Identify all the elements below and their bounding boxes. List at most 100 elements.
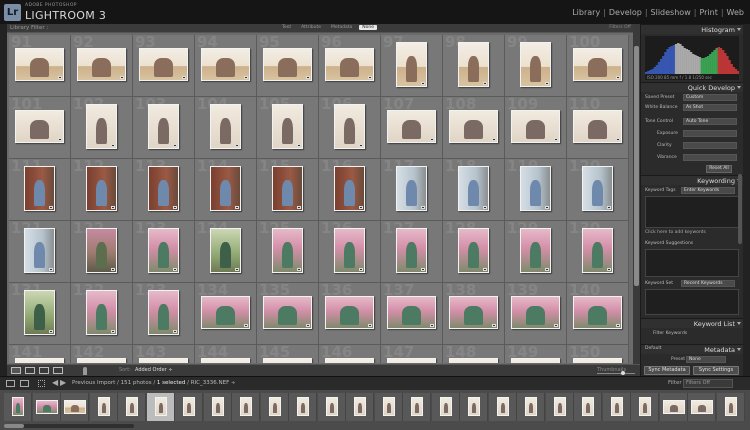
- filmstrip-item[interactable]: [716, 393, 745, 421]
- edited-badge-icon[interactable]: [306, 76, 310, 79]
- grid-cell[interactable]: 125: [257, 219, 319, 283]
- edited-badge-icon[interactable]: [359, 268, 363, 271]
- grid-cell[interactable]: 102: [71, 95, 133, 159]
- grid-cell[interactable]: 131: [9, 281, 71, 345]
- edited-badge-icon[interactable]: [173, 330, 177, 333]
- filmstrip-item[interactable]: [289, 393, 317, 421]
- grid-cell[interactable]: 118: [443, 157, 505, 221]
- photo-thumbnail[interactable]: [15, 110, 64, 143]
- filmstrip-item[interactable]: [32, 393, 61, 421]
- photo-thumbnail[interactable]: [86, 166, 117, 211]
- grid-cell[interactable]: 143: [133, 343, 195, 363]
- photo-thumbnail[interactable]: [15, 358, 64, 363]
- metadata-preset-value[interactable]: None: [686, 356, 726, 363]
- edited-badge-icon[interactable]: [483, 268, 487, 271]
- edited-badge-icon[interactable]: [235, 144, 239, 147]
- filmstrip-item[interactable]: [374, 393, 403, 421]
- photo-thumbnail[interactable]: [77, 358, 126, 363]
- photo-thumbnail[interactable]: [148, 290, 179, 335]
- filmstrip-thumbnail[interactable]: [691, 400, 713, 414]
- grid-cell[interactable]: 104: [195, 95, 257, 159]
- photo-thumbnail[interactable]: [573, 296, 622, 329]
- edited-badge-icon[interactable]: [421, 82, 425, 85]
- photo-thumbnail[interactable]: [520, 228, 551, 273]
- qd-vibrance-buttons[interactable]: [683, 154, 737, 161]
- photo-thumbnail[interactable]: [511, 358, 560, 363]
- photo-thumbnail[interactable]: [520, 42, 551, 87]
- grid-cell[interactable]: 105: [257, 95, 319, 159]
- photo-thumbnail[interactable]: [582, 166, 613, 211]
- filmstrip-thumbnail[interactable]: [724, 397, 737, 416]
- filmstrip-item[interactable]: [460, 393, 488, 421]
- survey-view-icon[interactable]: [53, 367, 63, 374]
- edited-badge-icon[interactable]: [49, 268, 53, 271]
- sync-settings-button[interactable]: Sync Settings: [693, 366, 739, 375]
- edited-badge-icon[interactable]: [607, 268, 611, 271]
- grid-cell[interactable]: 100: [567, 35, 629, 97]
- edited-badge-icon[interactable]: [244, 324, 248, 327]
- grid-cell[interactable]: 96: [319, 35, 381, 97]
- grid-cell[interactable]: 137: [381, 281, 443, 345]
- histogram-header[interactable]: Histogram: [641, 24, 743, 34]
- photo-thumbnail[interactable]: [77, 48, 126, 81]
- filmstrip-thumbnail[interactable]: [525, 397, 537, 416]
- filmstrip-item[interactable]: [631, 393, 659, 421]
- grid-cell[interactable]: 138: [443, 281, 505, 345]
- grid-cell[interactable]: 121: [9, 219, 71, 283]
- photo-thumbnail[interactable]: [520, 166, 551, 211]
- grid-cell[interactable]: 115: [257, 157, 319, 221]
- filmstrip-thumbnail[interactable]: [411, 397, 423, 416]
- edited-badge-icon[interactable]: [483, 82, 487, 85]
- thumbnail-size-knob[interactable]: [621, 371, 625, 375]
- grid-cell[interactable]: 136: [319, 281, 381, 345]
- grid-cell[interactable]: 135: [257, 281, 319, 345]
- grid-cell[interactable]: 119: [505, 157, 567, 221]
- filter-option-text[interactable]: Text: [279, 25, 294, 30]
- photo-thumbnail[interactable]: [573, 358, 622, 363]
- photo-thumbnail[interactable]: [86, 104, 117, 149]
- grid-cell[interactable]: 140: [567, 281, 629, 345]
- grid-cell[interactable]: 149: [505, 343, 567, 363]
- filmstrip-item[interactable]: [260, 393, 289, 421]
- keyword-set-select[interactable]: Recent Keywords: [681, 280, 735, 287]
- photo-thumbnail[interactable]: [458, 166, 489, 211]
- edited-badge-icon[interactable]: [554, 138, 558, 141]
- edited-badge-icon[interactable]: [483, 206, 487, 209]
- grid-cell[interactable]: 146: [319, 343, 381, 363]
- photo-thumbnail[interactable]: [139, 358, 188, 363]
- edited-badge-icon[interactable]: [111, 144, 115, 147]
- photo-thumbnail[interactable]: [511, 110, 560, 143]
- primary-window-icon[interactable]: [6, 380, 15, 387]
- filmstrip-thumbnail[interactable]: [297, 397, 309, 416]
- grid-cell[interactable]: 130: [567, 219, 629, 283]
- grid-cell[interactable]: 127: [381, 219, 443, 283]
- grid-cell[interactable]: 99: [505, 35, 567, 97]
- edited-badge-icon[interactable]: [616, 324, 620, 327]
- edited-badge-icon[interactable]: [421, 268, 425, 271]
- filter-preset-select[interactable]: Filters Off ÷: [609, 25, 636, 30]
- edited-badge-icon[interactable]: [359, 144, 363, 147]
- photo-thumbnail[interactable]: [387, 358, 436, 363]
- grid-cell[interactable]: 117: [381, 157, 443, 221]
- photo-thumbnail[interactable]: [325, 358, 374, 363]
- photo-thumbnail[interactable]: [449, 358, 498, 363]
- grid-view-icon[interactable]: [11, 367, 21, 374]
- photo-thumbnail[interactable]: [449, 110, 498, 143]
- photo-thumbnail[interactable]: [86, 228, 117, 273]
- filmstrip-item-selected[interactable]: [146, 393, 175, 421]
- edited-badge-icon[interactable]: [111, 206, 115, 209]
- photo-thumbnail[interactable]: [210, 104, 241, 149]
- edited-badge-icon[interactable]: [421, 206, 425, 209]
- photo-thumbnail[interactable]: [263, 358, 312, 363]
- photo-thumbnail[interactable]: [148, 166, 179, 211]
- filmstrip-item[interactable]: [488, 393, 517, 421]
- edited-badge-icon[interactable]: [111, 330, 115, 333]
- filmstrip-thumbnail[interactable]: [468, 397, 480, 416]
- photo-thumbnail[interactable]: [24, 166, 55, 211]
- grid-cell[interactable]: 111: [9, 157, 71, 221]
- photo-thumbnail[interactable]: [139, 48, 188, 81]
- grid-cell[interactable]: 122: [71, 219, 133, 283]
- right-panel-scrollbar[interactable]: [738, 174, 742, 244]
- filmstrip-item[interactable]: [574, 393, 602, 421]
- grid-cell[interactable]: 150: [567, 343, 629, 363]
